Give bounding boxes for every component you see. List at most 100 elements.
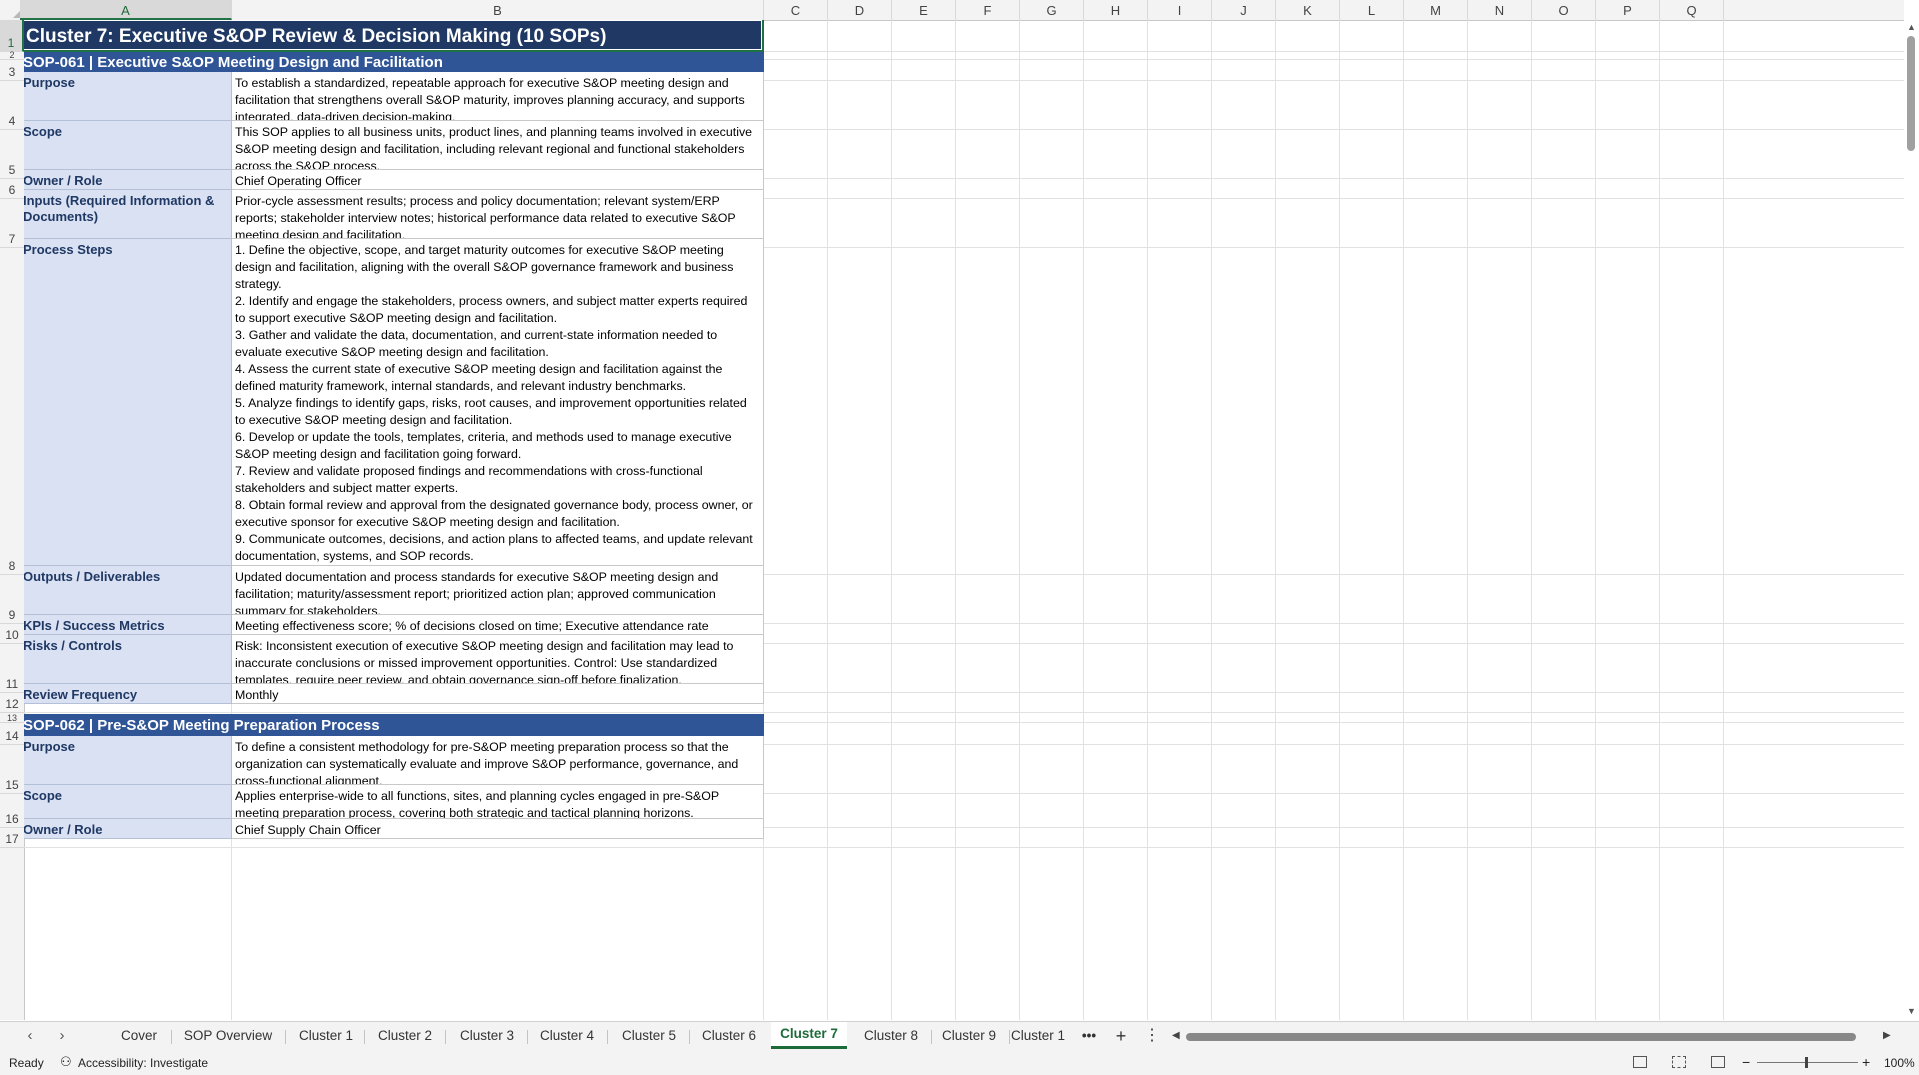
row-header-9[interactable]: 9 [0,575,24,624]
horizontal-scroll-thumb[interactable] [1186,1033,1856,1041]
column-header-f[interactable]: F [956,0,1020,20]
row-header-12[interactable]: 12 [0,693,24,713]
column-header-o[interactable]: O [1532,0,1596,20]
label-kpis[interactable]: KPIs / Success Metrics [24,615,232,635]
column-header-n[interactable]: N [1468,0,1532,20]
label-purpose[interactable]: Purpose [24,736,232,785]
column-header-e[interactable]: E [892,0,956,20]
worksheet-grid[interactable]: Cluster 7: Executive S&OP Review & Decis… [24,20,1904,1020]
value-inputs[interactable]: Prior-cycle assessment results; process … [232,190,764,239]
column-header-d[interactable]: D [828,0,892,20]
status-ready: Ready [9,1056,44,1070]
label-scope[interactable]: Scope [24,785,232,819]
row-header-15[interactable]: 15 [0,745,24,794]
value-purpose[interactable]: To establish a standardized, repeatable … [232,72,764,121]
column-header-g[interactable]: G [1020,0,1084,20]
horizontal-scrollbar[interactable]: ◀ ▶ [1172,1030,1891,1043]
column-header-j[interactable]: J [1212,0,1276,20]
row-header-6[interactable]: 6 [0,179,24,199]
sheet-tab-cluster-4[interactable]: Cluster 4 [529,1022,605,1050]
prev-sheet-icon[interactable]: ‹ [20,1027,40,1044]
label-process-steps[interactable]: Process Steps [24,239,232,566]
sheet-tab-cluster-5[interactable]: Cluster 5 [611,1022,687,1050]
zoom-in-icon[interactable]: + [1862,1054,1870,1070]
sheet-tab-cluster-2[interactable]: Cluster 2 [367,1022,443,1050]
column-header-k[interactable]: K [1276,0,1340,20]
row-header-1[interactable]: 1 [0,20,24,52]
column-header-p[interactable]: P [1596,0,1660,20]
sheet-tab-cover[interactable]: Cover [109,1022,169,1050]
value-review-frequency[interactable]: Monthly [232,684,764,704]
row-gridline [24,847,1904,848]
label-outputs[interactable]: Outputs / Deliverables [24,566,232,615]
sheet-tab-cluster-1[interactable]: Cluster 1 [1011,1022,1073,1050]
sheet-tab-cluster-6[interactable]: Cluster 6 [691,1022,767,1050]
row-header-2[interactable]: 2 [0,51,24,60]
accessibility-icon[interactable]: ⚇ [60,1054,72,1070]
column-header-m[interactable]: M [1404,0,1468,20]
value-risks[interactable]: Risk: Inconsistent execution of executiv… [232,635,764,684]
value-outputs[interactable]: Updated documentation and process standa… [232,566,764,615]
row-header-8[interactable]: 8 [0,248,24,575]
row-header-14[interactable]: 14 [0,723,24,745]
row-gridline [24,712,1904,713]
accessibility-status[interactable]: Accessibility: Investigate [78,1056,208,1070]
zoom-level[interactable]: 100% [1884,1056,1915,1070]
normal-view-icon[interactable] [1633,1056,1647,1068]
column-header-l[interactable]: L [1340,0,1404,20]
value-kpis[interactable]: Meeting effectiveness score; % of decisi… [232,615,764,635]
column-header-i[interactable]: I [1148,0,1212,20]
vertical-scroll-thumb[interactable] [1907,36,1915,151]
sheet-tab-cluster-7[interactable]: Cluster 7 [771,1022,847,1049]
row-header-16[interactable]: 16 [0,794,24,828]
next-sheet-icon[interactable]: › [52,1027,72,1044]
column-header-c[interactable]: C [764,0,828,20]
zoom-slider-thumb[interactable] [1805,1057,1808,1068]
plus-icon[interactable]: + [1108,1022,1134,1050]
row-header-3[interactable]: 3 [0,60,24,81]
label-purpose[interactable]: Purpose [24,72,232,121]
column-header-a[interactable]: A [20,0,232,20]
title-cell[interactable]: Cluster 7: Executive S&OP Review & Decis… [24,20,764,52]
row-header-17[interactable]: 17 [0,828,24,848]
row-header-11[interactable]: 11 [0,644,24,693]
column-header-b[interactable]: B [232,0,764,20]
sheet-tab-cluster-9[interactable]: Cluster 9 [931,1022,1007,1050]
label-review-frequency[interactable]: Review Frequency [24,684,232,704]
row-header-4[interactable]: 4 [0,81,24,130]
value-purpose[interactable]: To define a consistent methodology for p… [232,736,764,785]
vertical-scrollbar[interactable]: ▲ ▼ [1904,20,1919,1020]
more-horizontal-icon[interactable]: ••• [1076,1022,1102,1050]
label-inputs[interactable]: Inputs (Required Information & Documents… [24,190,232,239]
value-scope[interactable]: This SOP applies to all business units, … [232,121,764,170]
row-header-7[interactable]: 7 [0,199,24,248]
zoom-out-icon[interactable]: − [1742,1054,1750,1070]
value-owner[interactable]: Chief Operating Officer [232,170,764,190]
label-owner[interactable]: Owner / Role [24,819,232,839]
value-scope[interactable]: Applies enterprise-wide to all functions… [232,785,764,819]
more-vertical-icon[interactable]: ⋮ [1140,1022,1164,1050]
sheet-tab-cluster-3[interactable]: Cluster 3 [449,1022,525,1050]
sop-header[interactable]: SOP-061 | Executive S&OP Meeting Design … [24,52,764,72]
row-header-10[interactable]: 10 [0,624,24,644]
scroll-left-icon[interactable]: ◀ [1172,1030,1180,1041]
label-scope[interactable]: Scope [24,121,232,170]
label-risks[interactable]: Risks / Controls [24,635,232,684]
value-owner[interactable]: Chief Supply Chain Officer [232,819,764,839]
row-header-5[interactable]: 5 [0,130,24,179]
label-owner[interactable]: Owner / Role [24,170,232,190]
value-process-steps[interactable]: 1. Define the objective, scope, and targ… [232,239,764,566]
page-layout-view-icon[interactable] [1672,1056,1686,1068]
scroll-right-icon[interactable]: ▶ [1883,1030,1891,1041]
page-break-preview-icon[interactable] [1711,1056,1725,1068]
scroll-up-icon[interactable]: ▲ [1907,22,1916,32]
column-header-h[interactable]: H [1084,0,1148,20]
sheet-tab-sop-overview[interactable]: SOP Overview [173,1022,283,1050]
sop-header[interactable]: SOP-062 | Pre-S&OP Meeting Preparation P… [24,714,764,736]
sheet-tab-cluster-1[interactable]: Cluster 1 [290,1022,362,1050]
tab-separator [607,1030,608,1044]
scroll-down-icon[interactable]: ▼ [1907,1006,1916,1016]
sheet-tab-cluster-8[interactable]: Cluster 8 [853,1022,929,1050]
row-header-13[interactable]: 13 [0,713,24,723]
column-header-q[interactable]: Q [1660,0,1724,20]
